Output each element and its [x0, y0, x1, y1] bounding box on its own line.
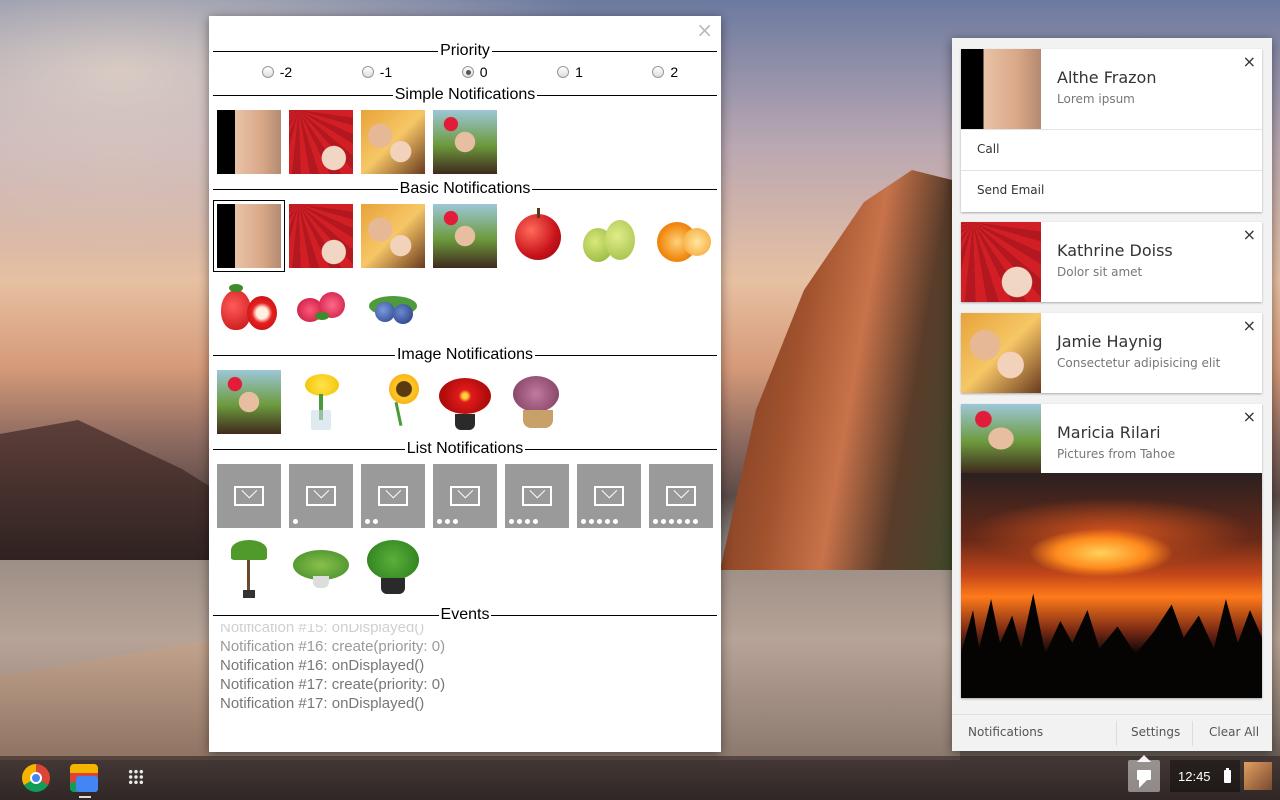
basic-notifications-section: Basic Notifications	[213, 180, 717, 346]
simple-notif-flower-girl-photo[interactable]	[433, 110, 497, 174]
avatar	[961, 404, 1041, 473]
image-notifications-legend: Image Notifications	[396, 346, 534, 363]
image-notifications-section: Image Notifications	[213, 346, 717, 440]
avatar	[961, 222, 1041, 302]
event-line: Notification #17: create(priority: 0)	[220, 676, 446, 693]
notifications-label: Notifications	[968, 725, 1044, 739]
notification-center-footer: Notifications Settings Clear All	[952, 714, 1272, 751]
mail-list-2-icon[interactable]	[361, 464, 425, 528]
notification-message: Consectetur adipisicing elit	[1057, 356, 1221, 370]
battery-icon	[1224, 768, 1231, 783]
radio-selected-icon[interactable]	[461, 66, 474, 78]
events-section: Events Notification #15: onDisplayed() N…	[213, 606, 717, 726]
avatar	[961, 313, 1041, 393]
radio-icon[interactable]	[557, 66, 570, 78]
fern-plant-icon[interactable]	[289, 536, 353, 600]
clock: 12:45	[1178, 769, 1211, 784]
radio-icon[interactable]	[261, 66, 274, 78]
event-line: Notification #16: onDisplayed()	[220, 657, 425, 674]
chrome-icon[interactable]	[22, 764, 50, 792]
priority-option-1[interactable]: 1	[557, 64, 583, 80]
priority-option-2[interactable]: 2	[652, 64, 678, 80]
shelf: 12:45	[0, 755, 1280, 800]
image-notif-flower-girl-photo[interactable]	[217, 370, 281, 434]
mail-list-3-icon[interactable]	[433, 464, 497, 528]
strawberry-icon[interactable]	[217, 276, 281, 340]
status-area[interactable]: 12:45	[1170, 760, 1240, 792]
daffodil-icon[interactable]	[289, 370, 353, 434]
blueberry-icon[interactable]	[361, 276, 425, 340]
close-icon[interactable]: ×	[1243, 225, 1256, 244]
list-notifications-legend: List Notifications	[406, 440, 524, 457]
radio-icon[interactable]	[652, 66, 665, 78]
events-log: Notification #15: onDisplayed() Notifica…	[217, 624, 713, 720]
send-email-action-button[interactable]: Send Email	[961, 170, 1262, 211]
event-line: Notification #16: create(priority: 0)	[220, 638, 446, 655]
simple-notifications-legend: Simple Notifications	[394, 86, 536, 103]
basic-notif-man-photo[interactable]	[213, 200, 285, 272]
clear-all-button[interactable]: Clear All	[1209, 725, 1259, 739]
poinsettia-icon[interactable]	[433, 370, 497, 434]
notification-title: Althe Frazon	[1057, 68, 1157, 87]
close-icon[interactable]: ×	[1243, 407, 1256, 426]
mail-list-0-icon[interactable]	[217, 464, 281, 528]
simple-notif-mother-photo[interactable]	[361, 110, 425, 174]
mail-list-5-icon[interactable]	[577, 464, 641, 528]
notification-card-kathrine[interactable]: Kathrine Doiss Dolor sit amet ×	[961, 222, 1262, 302]
sunset-image	[961, 473, 1262, 698]
mail-list-1-icon[interactable]	[289, 464, 353, 528]
priority-option-0[interactable]: 0	[461, 64, 488, 80]
sunflower-icon[interactable]	[361, 370, 425, 434]
priority-legend: Priority	[440, 42, 490, 59]
basic-notif-mother-photo[interactable]	[361, 204, 425, 268]
simple-notif-man-photo[interactable]	[217, 110, 281, 174]
notification-tray-icon[interactable]	[1128, 760, 1160, 792]
mail-list-4-icon[interactable]	[505, 464, 569, 528]
notification-title: Maricia Rilari	[1057, 423, 1161, 442]
priority-radio-group: -2 -1 0 1 2	[217, 64, 713, 80]
orange-icon[interactable]	[649, 204, 713, 268]
palm-plant-icon[interactable]	[217, 536, 281, 600]
simple-notif-umbrella-photo[interactable]	[289, 110, 353, 174]
event-line: Notification #17: onDisplayed()	[220, 695, 425, 712]
notification-title: Jamie Haynig	[1057, 332, 1163, 351]
mail-list-6-icon[interactable]	[649, 464, 713, 528]
notification-card-althe[interactable]: Althe Frazon Lorem ipsum × Call Send Ema…	[961, 49, 1262, 212]
event-line: Notification #15: onDisplayed()	[220, 624, 425, 636]
notification-center: Althe Frazon Lorem ipsum × Call Send Ema…	[952, 38, 1272, 751]
app-launcher-icon[interactable]	[128, 769, 144, 785]
notification-message: Pictures from Tahoe	[1057, 447, 1176, 461]
close-icon[interactable]: ×	[696, 18, 713, 42]
close-icon[interactable]: ×	[1243, 52, 1256, 71]
basic-notif-flower-girl-photo[interactable]	[433, 204, 497, 268]
list-notifications-section: List Notifications	[213, 440, 717, 606]
apple-icon[interactable]	[505, 204, 569, 268]
notification-message: Lorem ipsum	[1057, 92, 1135, 106]
events-legend: Events	[440, 606, 490, 623]
basic-notif-umbrella-photo[interactable]	[289, 204, 353, 268]
raspberry-icon[interactable]	[289, 276, 353, 340]
notification-title: Kathrine Doiss	[1057, 241, 1173, 260]
priority-section: Priority -2 -1 0 1 2	[213, 42, 717, 86]
basil-plant-icon[interactable]	[361, 536, 425, 600]
notification-card-maricia[interactable]: Maricia Rilari Pictures from Tahoe ×	[961, 404, 1262, 698]
basic-notifications-legend: Basic Notifications	[399, 180, 531, 197]
radio-icon[interactable]	[361, 66, 374, 78]
pear-icon[interactable]	[577, 204, 641, 268]
wallpaper-mountain	[720, 170, 960, 570]
files-icon[interactable]	[70, 764, 98, 792]
notification-message: Dolor sit amet	[1057, 265, 1143, 279]
running-indicator	[79, 796, 91, 798]
user-avatar-icon[interactable]	[1244, 762, 1272, 790]
close-icon[interactable]: ×	[1243, 316, 1256, 335]
priority-option-m2[interactable]: -2	[261, 64, 292, 80]
avatar	[961, 49, 1041, 129]
priority-option-m1[interactable]: -1	[361, 64, 392, 80]
call-action-button[interactable]: Call	[961, 129, 1262, 170]
simple-notifications-section: Simple Notifications	[213, 86, 717, 180]
notification-card-jamie[interactable]: Jamie Haynig Consectetur adipisicing eli…	[961, 313, 1262, 393]
heather-basket-icon[interactable]	[505, 370, 569, 434]
settings-button[interactable]: Settings	[1131, 725, 1180, 739]
notifications-demo-window: × Priority -2 -1 0 1 2 Simple Notificati…	[209, 16, 721, 752]
